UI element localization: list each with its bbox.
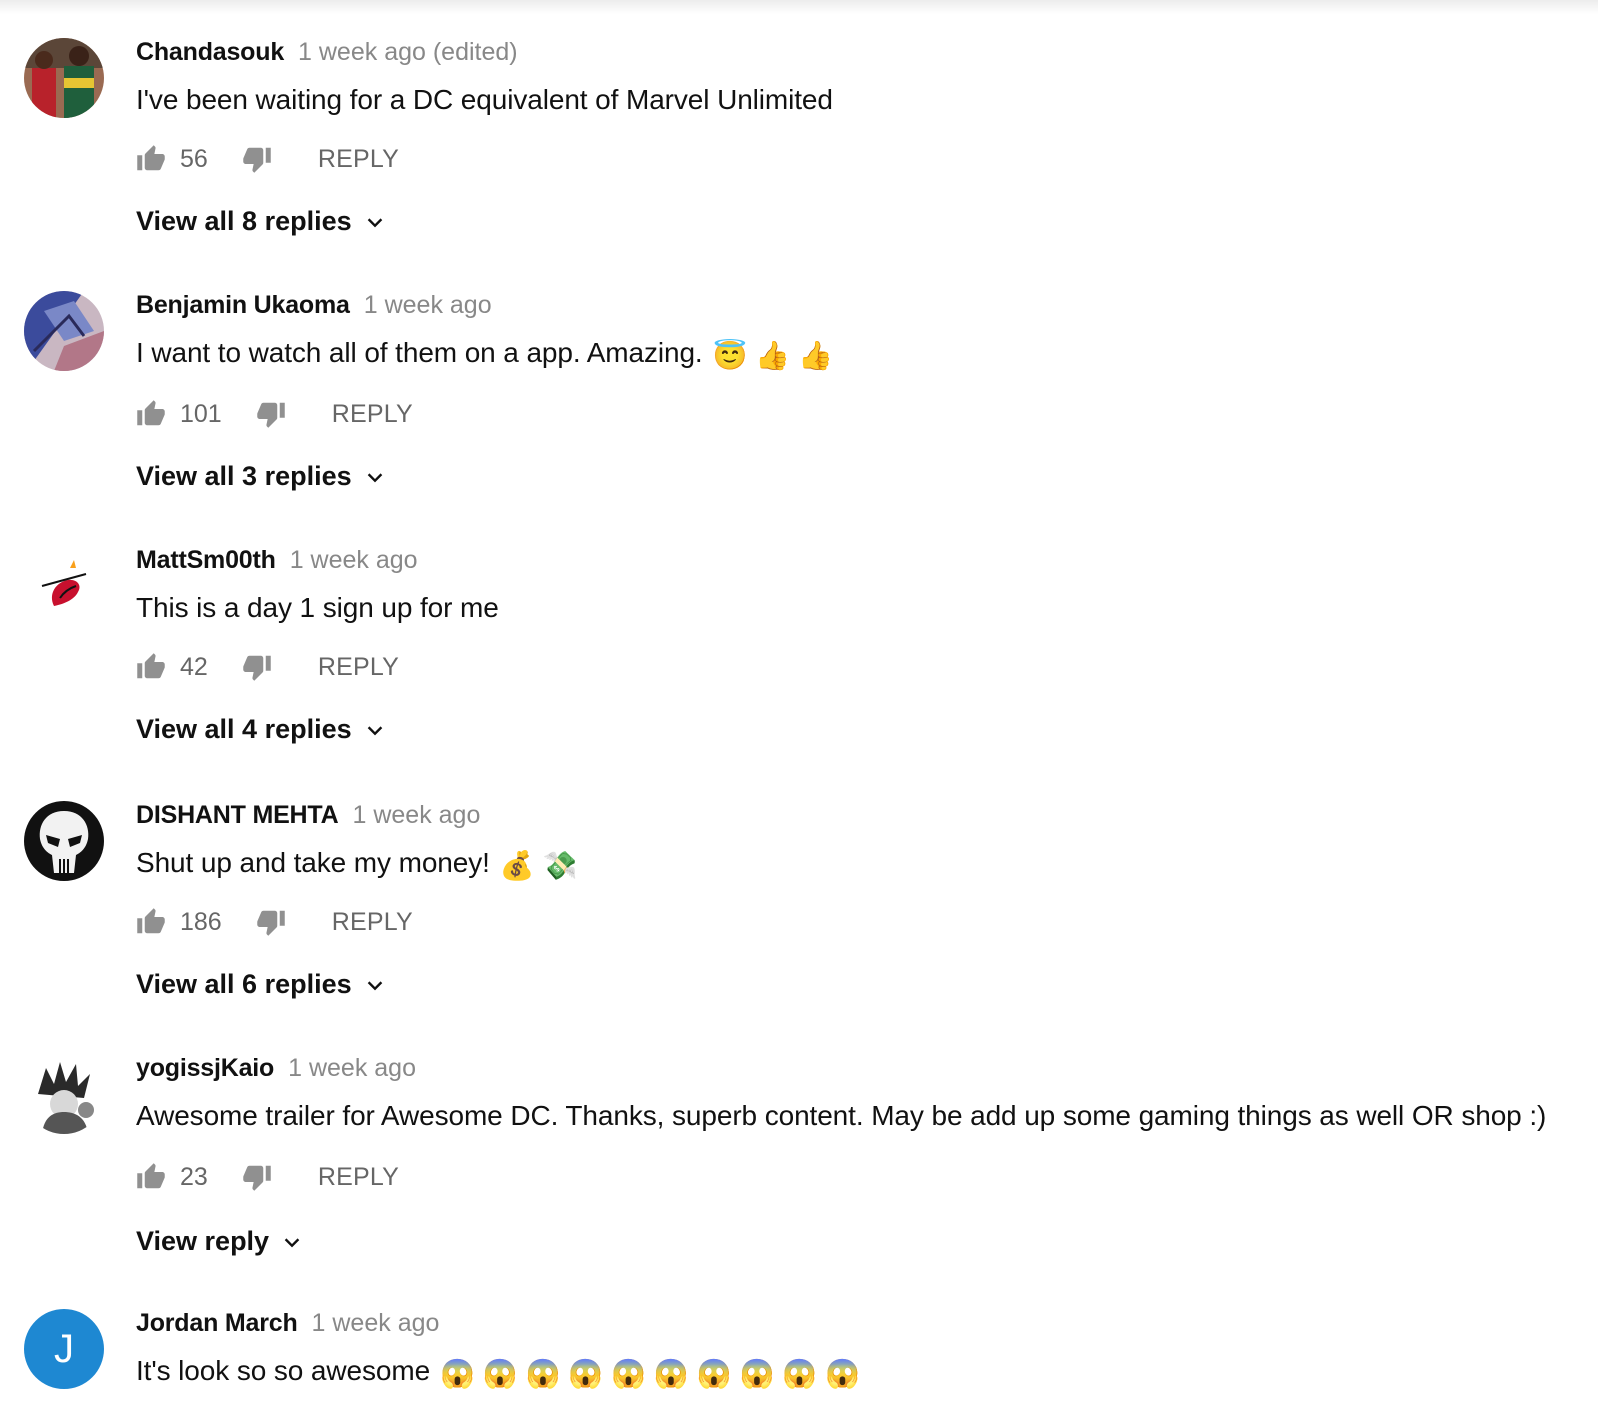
heat-logo-avatar[interactable] bbox=[24, 546, 104, 626]
skull-avatar[interactable] bbox=[24, 801, 104, 881]
comment-actions: 42 REPLY bbox=[136, 650, 399, 684]
thumbs-down-icon[interactable] bbox=[242, 1162, 272, 1192]
reply-button[interactable]: REPLY bbox=[318, 1163, 399, 1192]
comment-text-content: It's look so so awesome bbox=[136, 1355, 431, 1386]
comment-timestamp[interactable]: 1 week ago bbox=[288, 1054, 416, 1082]
chevron-down-icon bbox=[367, 725, 382, 735]
comment-text: I want to watch all of them on a app. Am… bbox=[136, 337, 833, 372]
screaming-face-emoji-icon: 😱 bbox=[653, 1358, 689, 1389]
basketball-players-avatar[interactable] bbox=[24, 38, 104, 118]
thumbs-down-icon[interactable] bbox=[256, 907, 286, 937]
comment-timestamp[interactable]: 1 week ago bbox=[352, 801, 480, 829]
comment-timestamp[interactable]: 1 week ago bbox=[312, 1309, 440, 1337]
screaming-face-emoji-icon: 😱 bbox=[782, 1358, 817, 1389]
screaming-face-emoji-icon: 😱 bbox=[696, 1358, 732, 1389]
comment-text-content: I've been waiting for a DC equivalent of… bbox=[136, 84, 833, 115]
chevron-down-icon bbox=[367, 980, 382, 990]
comment-text: This is a day 1 sign up for me bbox=[136, 592, 499, 624]
screaming-face-emoji-icon: 😱 bbox=[824, 1358, 860, 1389]
smiling-halo-emoji-icon: 😇 bbox=[712, 340, 748, 371]
comment-actions: 101 REPLY bbox=[136, 397, 413, 431]
comment-author[interactable]: MattSm00th bbox=[136, 546, 276, 574]
like-count: 23 bbox=[180, 1162, 208, 1191]
view-replies-label: View all 6 replies bbox=[136, 969, 352, 999]
view-replies-button[interactable]: View reply bbox=[136, 1226, 303, 1257]
abstract-art-avatar[interactable] bbox=[24, 291, 104, 371]
screaming-face-emoji-icon: 😱 bbox=[525, 1358, 561, 1389]
view-replies-label: View reply bbox=[136, 1226, 270, 1256]
comment-timestamp[interactable]: 1 week ago bbox=[364, 291, 492, 319]
comment-author[interactable]: yogissjKaio bbox=[136, 1054, 274, 1082]
screaming-face-emoji-icon: 😱 bbox=[739, 1358, 775, 1389]
like-count: 101 bbox=[180, 399, 222, 428]
view-replies-button[interactable]: View all 4 replies bbox=[136, 714, 386, 745]
comment-timestamp[interactable]: 1 week ago (edited) bbox=[298, 38, 518, 66]
money-bag-emoji-icon: 💰 bbox=[499, 850, 535, 881]
view-replies-button[interactable]: View all 3 replies bbox=[136, 461, 386, 492]
comment-author[interactable]: Jordan March bbox=[136, 1309, 298, 1337]
comment-text-content: Awesome trailer for Awesome DC. Thanks, … bbox=[136, 1100, 1547, 1131]
comment-actions: 186 REPLY bbox=[136, 905, 413, 939]
screaming-face-emoji-icon: 😱 bbox=[611, 1358, 646, 1389]
comment-author[interactable]: DISHANT MEHTA bbox=[136, 801, 339, 829]
view-replies-button[interactable]: View all 8 replies bbox=[136, 206, 386, 237]
comment-actions: 23 REPLY bbox=[136, 1160, 399, 1194]
comment-text: It's look so so awesome 😱 😱 😱 😱 😱 😱 😱 😱 😱 😱 bbox=[136, 1355, 860, 1390]
screaming-face-emoji-icon: 😱 bbox=[482, 1358, 518, 1389]
view-replies-button[interactable]: View all 6 replies bbox=[136, 969, 386, 1000]
money-wings-emoji-icon: 💸 bbox=[542, 850, 578, 881]
screaming-face-emoji-icon: 😱 bbox=[440, 1358, 475, 1389]
thumbs-up-icon[interactable] bbox=[136, 1162, 166, 1192]
chevron-down-icon bbox=[367, 472, 382, 482]
comment-author[interactable]: Benjamin Ukaoma bbox=[136, 291, 350, 319]
reply-button[interactable]: REPLY bbox=[332, 908, 413, 937]
comment-author[interactable]: Chandasouk bbox=[136, 38, 284, 66]
thumbs-up-icon[interactable] bbox=[136, 907, 166, 937]
comment-actions: 56 REPLY bbox=[136, 142, 399, 176]
reply-button[interactable]: REPLY bbox=[318, 145, 399, 174]
comment-text: Awesome trailer for Awesome DC. Thanks, … bbox=[136, 1100, 1546, 1132]
view-replies-label: View all 4 replies bbox=[136, 714, 352, 744]
comment-timestamp[interactable]: 1 week ago bbox=[290, 546, 418, 574]
reply-button[interactable]: REPLY bbox=[318, 653, 399, 682]
thumbs-down-icon[interactable] bbox=[256, 399, 286, 429]
letter-avatar[interactable]: J bbox=[24, 1309, 104, 1389]
comment-text: I've been waiting for a DC equivalent of… bbox=[136, 84, 833, 116]
view-replies-label: View all 3 replies bbox=[136, 461, 352, 491]
avatar-letter: J bbox=[54, 1326, 74, 1371]
view-replies-label: View all 8 replies bbox=[136, 206, 352, 236]
comment-text-content: This is a day 1 sign up for me bbox=[136, 592, 499, 623]
anime-character-avatar[interactable] bbox=[24, 1054, 104, 1134]
comment-text: Shut up and take my money! 💰 💸 bbox=[136, 847, 577, 882]
like-count: 56 bbox=[180, 144, 208, 173]
thumbs-up-icon[interactable] bbox=[136, 399, 166, 429]
reply-button[interactable]: REPLY bbox=[332, 400, 413, 429]
like-count: 42 bbox=[180, 652, 208, 681]
thumbs-up-emoji-icon: 👍 bbox=[755, 340, 791, 371]
like-count: 186 bbox=[180, 907, 222, 936]
comment-text-content: Shut up and take my money! bbox=[136, 847, 490, 878]
top-divider bbox=[0, 0, 1598, 14]
chevron-down-icon bbox=[284, 1237, 300, 1247]
comment-text-content: I want to watch all of them on a app. Am… bbox=[136, 337, 703, 368]
thumbs-down-icon[interactable] bbox=[242, 652, 272, 682]
chevron-down-icon bbox=[367, 217, 382, 227]
screaming-face-emoji-icon: 😱 bbox=[568, 1358, 604, 1389]
thumbs-up-icon[interactable] bbox=[136, 652, 166, 682]
thumbs-up-emoji-icon: 👍 bbox=[798, 340, 833, 371]
thumbs-down-icon[interactable] bbox=[242, 144, 272, 174]
thumbs-up-icon[interactable] bbox=[136, 144, 166, 174]
